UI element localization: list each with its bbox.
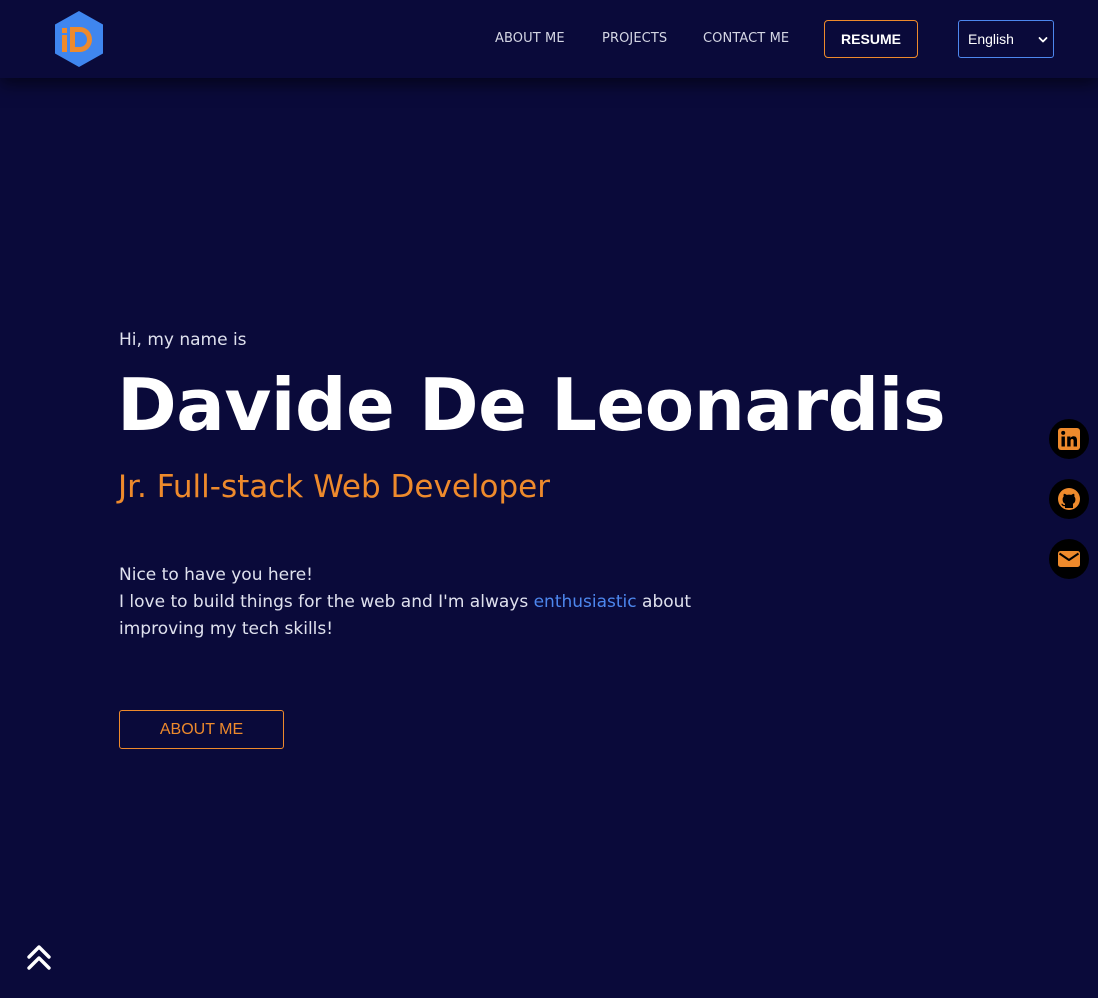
linkedin-icon [1058, 428, 1080, 450]
nav-contact-me[interactable]: CONTACT ME [703, 31, 789, 46]
hexagon-letter-d-logo-icon [55, 11, 103, 67]
hero-intro: Nice to have you here! I love to build t… [119, 562, 719, 643]
language-select[interactable]: English [958, 20, 1054, 58]
github-icon [1058, 488, 1080, 510]
back-to-top-button[interactable] [26, 944, 52, 972]
top-navigation-bar: ABOUT ME PROJECTS CONTACT ME RESUME Engl… [0, 0, 1098, 78]
hero-name: Davide De Leonardis [117, 363, 946, 447]
intro-line-1: Nice to have you here! [119, 565, 313, 585]
double-chevron-up-icon [27, 945, 51, 970]
nav-about-me[interactable]: ABOUT ME [495, 31, 565, 46]
email-link[interactable] [1049, 539, 1089, 579]
site-logo[interactable] [53, 10, 105, 68]
github-link[interactable] [1049, 479, 1089, 519]
intro-line-2: I love to build things for the web and I… [119, 589, 719, 643]
linkedin-link[interactable] [1049, 419, 1089, 459]
nav-projects[interactable]: PROJECTS [602, 31, 667, 46]
resume-button[interactable]: RESUME [824, 20, 918, 58]
language-selected-value: English [968, 31, 1014, 47]
chevron-down-icon [1038, 37, 1048, 43]
intro-highlight: enthusiastic [533, 592, 637, 612]
hero-role: Jr. Full-stack Web Developer [118, 469, 550, 505]
intro-text-before: I love to build things for the web and I… [119, 592, 534, 612]
hero-greeting: Hi, my name is [119, 330, 247, 350]
about-me-button[interactable]: ABOUT ME [119, 710, 284, 749]
envelope-icon [1058, 551, 1080, 567]
